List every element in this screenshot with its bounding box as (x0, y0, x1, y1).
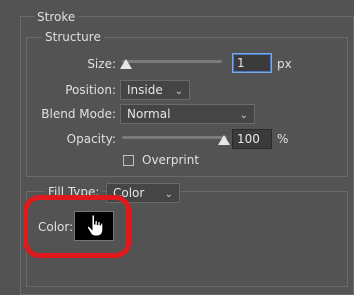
opacity-label: Opacity: (66, 132, 116, 146)
chevron-down-icon: ⌄ (174, 86, 183, 97)
size-unit: px (277, 57, 292, 71)
size-input[interactable]: 1 (232, 53, 272, 73)
opacity-input[interactable]: 100 (232, 129, 272, 149)
position-select[interactable]: Inside ⌄ (120, 80, 190, 100)
size-slider-thumb[interactable] (120, 59, 132, 69)
opacity-unit: % (277, 132, 289, 146)
blend-mode-label: Blend Mode: (41, 107, 116, 121)
blend-mode-select[interactable]: Normal ⌄ (120, 104, 255, 124)
stroke-group-title: Stroke (34, 10, 79, 24)
overprint-checkbox[interactable] (123, 155, 134, 166)
chevron-down-icon: ⌄ (239, 110, 248, 121)
position-select-value: Inside (127, 83, 163, 97)
opacity-slider-thumb[interactable] (218, 135, 230, 145)
blend-mode-select-value: Normal (127, 107, 171, 121)
structure-group-title: Structure (42, 30, 104, 44)
position-label: Position: (65, 83, 116, 97)
color-highlight-frame (23, 195, 131, 258)
opacity-slider-track[interactable] (122, 136, 227, 139)
size-label: Size: (87, 57, 116, 71)
chevron-down-icon: ⌄ (164, 189, 173, 200)
size-slider-track[interactable] (122, 60, 222, 63)
overprint-label: Overprint (142, 153, 200, 167)
